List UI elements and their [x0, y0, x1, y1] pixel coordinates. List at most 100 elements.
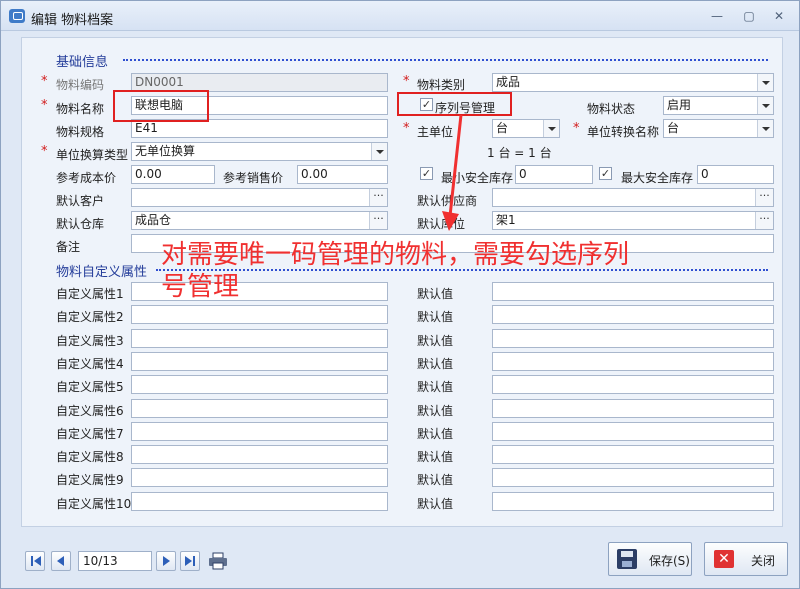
warehouse-field[interactable]: 成品仓 ···: [131, 211, 388, 230]
custom-attr-label: 自定义属性5: [56, 380, 124, 394]
close-label: 关闭: [751, 554, 776, 568]
printer-icon[interactable]: [208, 552, 228, 570]
chevron-down-icon[interactable]: [371, 143, 387, 160]
custom-default-label: 默认值: [417, 357, 454, 371]
conv-type-select[interactable]: 无单位换算: [131, 142, 388, 161]
custom-attr-field[interactable]: [131, 468, 388, 487]
page-indicator[interactable]: 10/13: [78, 551, 152, 571]
maximize-icon[interactable]: ▢: [741, 8, 757, 24]
footer-bar: 10/13 保存(S) ✕ 关闭: [2, 531, 800, 589]
unit-conv-name-label: 单位转换名称: [587, 125, 660, 139]
sale-field[interactable]: 0.00: [297, 165, 388, 184]
supplier-field[interactable]: ···: [492, 188, 774, 207]
custom-default-label: 默认值: [417, 380, 454, 394]
custom-attr-field[interactable]: [131, 305, 388, 324]
max-stock-field[interactable]: 0: [697, 165, 774, 184]
location-field[interactable]: 架1 ···: [492, 211, 774, 230]
conv-type-label: 单位换算类型: [56, 148, 129, 162]
required-mark: *: [403, 121, 410, 136]
main-unit-select[interactable]: 台: [492, 119, 560, 138]
highlight-box-name: [113, 90, 209, 122]
required-mark: *: [41, 98, 48, 113]
custom-attr-label: 自定义属性9: [56, 473, 124, 487]
first-page-button[interactable]: [25, 551, 45, 571]
close-window-icon[interactable]: ✕: [771, 8, 787, 24]
required-mark: *: [403, 74, 410, 89]
app-icon: [9, 9, 25, 23]
save-label: 保存(S): [649, 554, 690, 568]
custom-attr-label: 自定义属性10: [56, 497, 132, 511]
custom-attr-field[interactable]: [131, 399, 388, 418]
chevron-down-icon[interactable]: [757, 97, 773, 114]
save-icon: [617, 549, 637, 569]
required-mark: *: [41, 74, 48, 89]
required-mark: *: [573, 121, 580, 136]
max-stock-label: 最大安全库存: [621, 171, 694, 185]
more-icon[interactable]: ···: [369, 212, 387, 229]
custom-attr-field[interactable]: [131, 352, 388, 371]
custom-default-field[interactable]: [492, 422, 774, 441]
custom-default-label: 默认值: [417, 450, 454, 464]
location-value: 架1: [496, 213, 516, 227]
min-stock-field[interactable]: 0: [515, 165, 593, 184]
prev-page-button[interactable]: [51, 551, 71, 571]
main-unit-value: 台: [496, 121, 509, 135]
custom-attr-label: 自定义属性6: [56, 404, 124, 418]
warehouse-value: 成品仓: [135, 213, 172, 227]
max-stock-checkbox[interactable]: ✓: [599, 167, 612, 180]
chevron-down-icon[interactable]: [757, 74, 773, 91]
close-button[interactable]: ✕ 关闭: [704, 542, 788, 576]
chevron-down-icon[interactable]: [543, 120, 559, 137]
last-page-button[interactable]: [180, 551, 200, 571]
conversion-text: 1 台 = 1 台: [487, 146, 552, 160]
custom-default-field[interactable]: [492, 329, 774, 348]
category-label: 物料类别: [417, 78, 466, 92]
sale-label: 参考销售价: [223, 171, 284, 185]
material-edit-window: 编辑 物料档案 — ▢ ✕ 基础信息 * 物料编码 DN0001 * 物料类别 …: [0, 0, 800, 589]
title-bar: 编辑 物料档案 — ▢ ✕: [1, 1, 799, 31]
more-icon[interactable]: ···: [369, 189, 387, 206]
annotation-line2: 号管理: [161, 272, 240, 302]
custom-attr-label: 自定义属性8: [56, 450, 124, 464]
save-button[interactable]: 保存(S): [608, 542, 692, 576]
more-icon[interactable]: ···: [755, 212, 773, 229]
custom-default-field[interactable]: [492, 445, 774, 464]
category-select[interactable]: 成品: [492, 73, 774, 92]
custom-default-label: 默认值: [417, 334, 454, 348]
custom-attr-field[interactable]: [131, 492, 388, 511]
next-page-button[interactable]: [156, 551, 176, 571]
customer-field[interactable]: ···: [131, 188, 388, 207]
custom-default-field[interactable]: [492, 468, 774, 487]
section-title-basic: 基础信息: [56, 55, 109, 70]
custom-attr-label: 自定义属性4: [56, 357, 124, 371]
window-title: 编辑 物料档案: [31, 13, 114, 28]
custom-default-label: 默认值: [417, 427, 454, 441]
custom-attr-label: 自定义属性2: [56, 310, 124, 324]
chevron-down-icon[interactable]: [757, 120, 773, 137]
more-icon[interactable]: ···: [755, 189, 773, 206]
annotation-arrow: [442, 114, 463, 231]
custom-default-field[interactable]: [492, 352, 774, 371]
cost-label: 参考成本价: [56, 171, 117, 185]
section-title-custom: 物料自定义属性: [56, 265, 148, 280]
unit-conv-name-value: 台: [667, 121, 680, 135]
custom-default-label: 默认值: [417, 473, 454, 487]
custom-attr-field[interactable]: [131, 445, 388, 464]
custom-default-field[interactable]: [492, 492, 774, 511]
custom-default-field[interactable]: [492, 375, 774, 394]
custom-attr-label: 自定义属性7: [56, 427, 124, 441]
category-value: 成品: [496, 75, 521, 89]
status-value: 启用: [667, 98, 692, 112]
custom-attr-field[interactable]: [131, 329, 388, 348]
cost-field[interactable]: 0.00: [131, 165, 215, 184]
custom-default-label: 默认值: [417, 310, 454, 324]
unit-conv-name-select[interactable]: 台: [663, 119, 774, 138]
status-select[interactable]: 启用: [663, 96, 774, 115]
min-stock-checkbox[interactable]: ✓: [420, 167, 433, 180]
custom-default-field[interactable]: [492, 399, 774, 418]
custom-default-field[interactable]: [492, 305, 774, 324]
minimize-icon[interactable]: —: [709, 8, 725, 24]
custom-attr-field[interactable]: [131, 422, 388, 441]
customer-label: 默认客户: [56, 194, 105, 208]
custom-attr-field[interactable]: [131, 375, 388, 394]
